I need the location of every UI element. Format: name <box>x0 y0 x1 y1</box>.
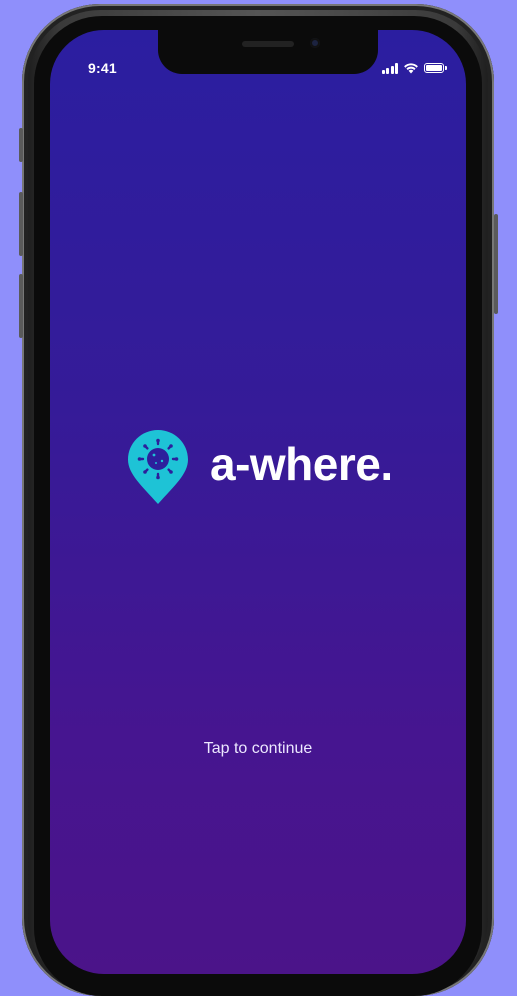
location-pin-icon <box>128 430 188 504</box>
volume-up-button <box>19 192 23 256</box>
brand-name: a-where. <box>210 438 393 490</box>
status-icons <box>381 61 447 75</box>
status-time: 9:41 <box>88 60 117 76</box>
power-button <box>494 214 498 314</box>
wifi-icon <box>404 63 418 74</box>
notch <box>158 30 378 74</box>
front-camera <box>310 38 320 48</box>
splash-screen[interactable]: 9:41 a-where. Tap to continue <box>50 30 466 974</box>
signal-icon <box>381 62 398 74</box>
battery-icon <box>424 63 447 73</box>
device-mockup: 9:41 a-where. Tap to continue <box>0 0 517 996</box>
tap-to-continue[interactable]: Tap to continue <box>50 740 466 758</box>
volume-down-button <box>19 274 23 338</box>
silent-switch <box>19 128 23 162</box>
speaker <box>242 41 294 47</box>
app-logo: a-where. <box>126 428 393 506</box>
